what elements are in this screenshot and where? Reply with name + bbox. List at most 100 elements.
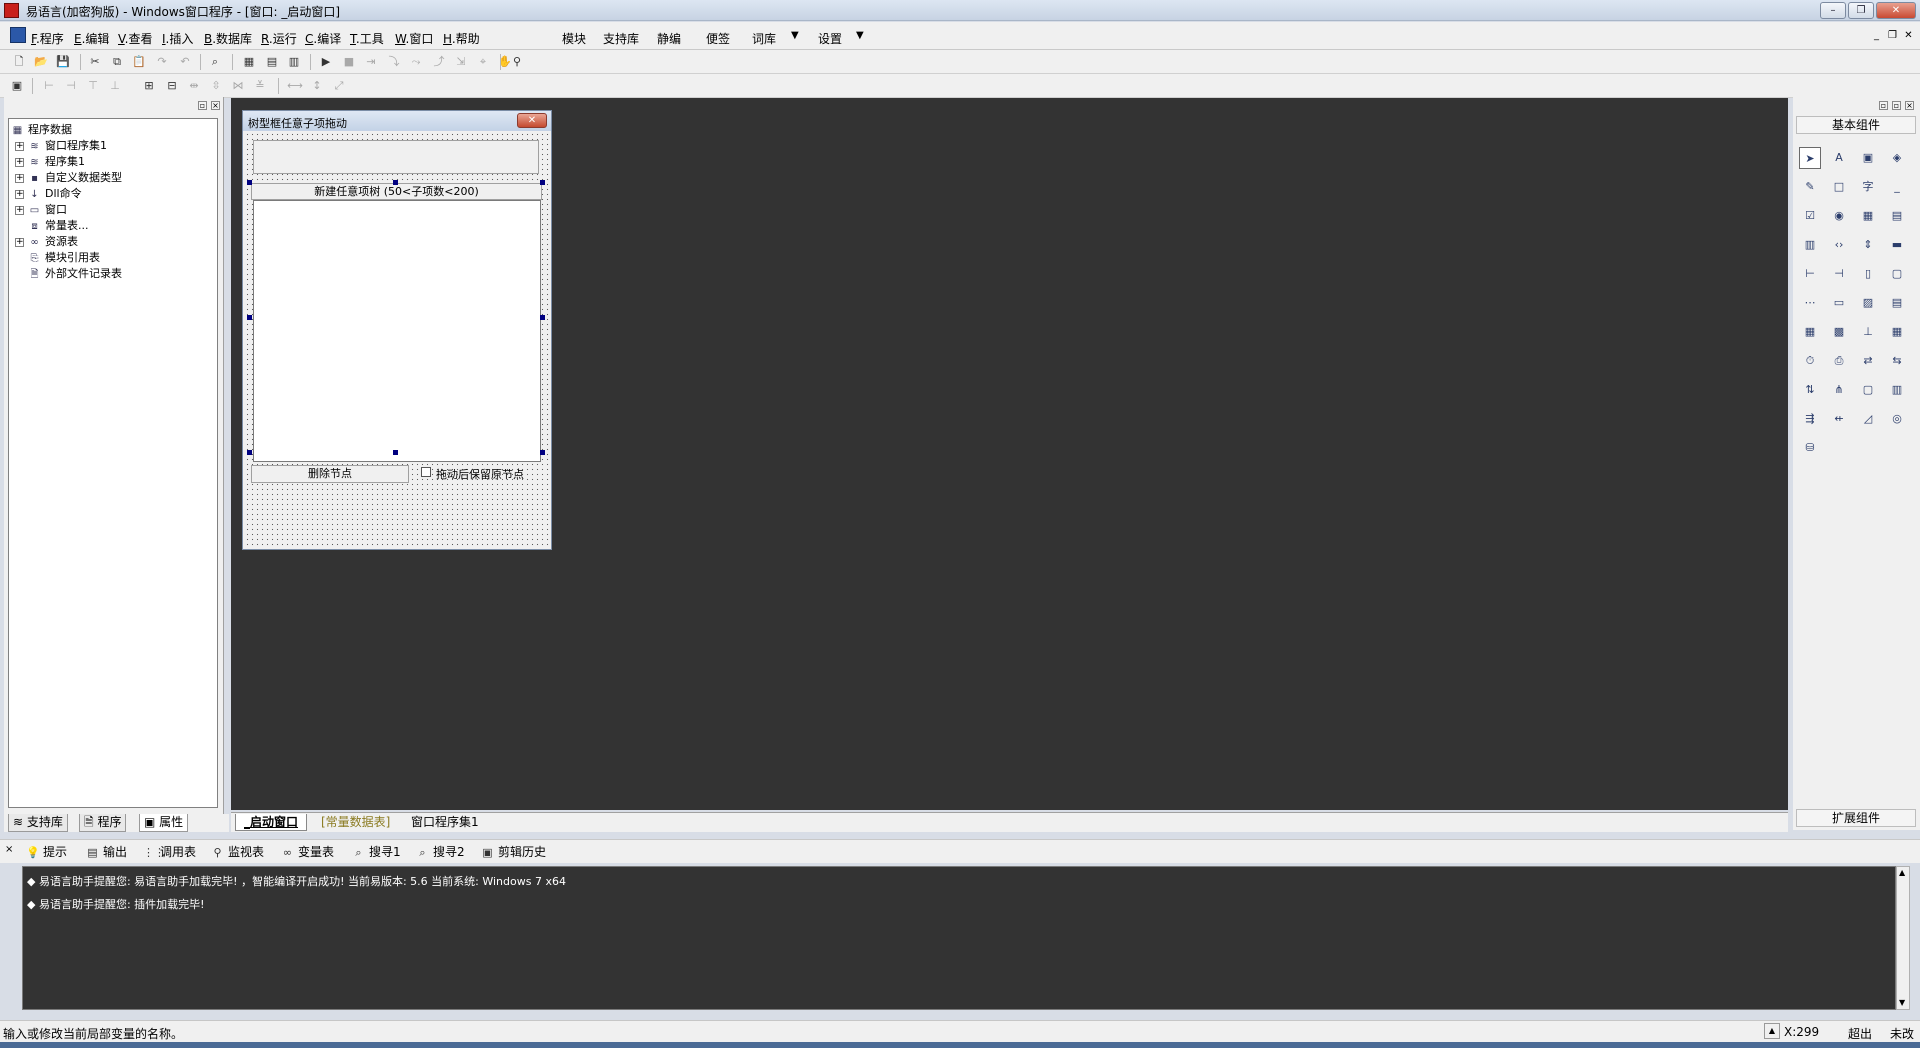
tab-watch[interactable]: ⚲ 监视表 bbox=[211, 845, 264, 861]
palette-edit-box-icon[interactable]: ✎ bbox=[1799, 176, 1821, 198]
palette-tree-icon[interactable]: ⋔ bbox=[1828, 379, 1850, 401]
run-to-cursor-icon[interactable]: ⇲ bbox=[452, 53, 470, 71]
center-horizontal-icon[interactable]: ⊞ bbox=[140, 77, 158, 95]
keep-node-checkbox[interactable] bbox=[421, 467, 431, 477]
palette-label-icon[interactable]: A bbox=[1828, 147, 1850, 169]
expand-icon[interactable]: + bbox=[15, 237, 24, 247]
palette-ruler-icon[interactable]: ⊥ bbox=[1857, 321, 1879, 343]
layout-2-icon[interactable]: ▤ bbox=[263, 53, 281, 71]
tree-item-window-assembly[interactable]: + ≋ 窗口程序集1 bbox=[15, 137, 107, 153]
menu-run[interactable]: R.运行 bbox=[261, 30, 297, 47]
size-both-icon[interactable]: ⤢ bbox=[330, 77, 348, 95]
palette-checkbox-icon[interactable]: ☑ bbox=[1799, 205, 1821, 227]
tab-search-2[interactable]: ⌕ 搜寻2 bbox=[416, 845, 464, 861]
palette-splitter-icon[interactable]: ⊣ bbox=[1828, 263, 1850, 285]
menu-settings[interactable]: 设置 bbox=[818, 30, 842, 47]
align-top-icon[interactable]: ⊤ bbox=[84, 77, 102, 95]
new-tree-button[interactable]: 新建任意项树 (50<子项数<200) bbox=[251, 183, 542, 200]
tab-clip-history[interactable]: ▣ 剪辑历史 bbox=[481, 845, 546, 861]
palette-socket-icon[interactable]: ⇅ bbox=[1799, 379, 1821, 401]
breakpoint-icon[interactable]: ⌖ bbox=[474, 53, 492, 71]
selection-handle[interactable] bbox=[393, 450, 398, 455]
palette-close-icon[interactable]: × bbox=[1905, 101, 1914, 110]
menu-window[interactable]: W.窗口 bbox=[395, 30, 433, 47]
palette-pointer-icon[interactable]: ➤ bbox=[1799, 147, 1821, 169]
palette-timer-icon[interactable]: ⏱ bbox=[1799, 350, 1821, 372]
palette-panel-icon[interactable]: ▢ bbox=[1886, 263, 1908, 285]
menu-edit[interactable]: E.编辑 bbox=[74, 30, 109, 47]
tab-variables[interactable]: ∞ 变量表 bbox=[281, 845, 334, 861]
step-out-icon[interactable]: ⤴ bbox=[430, 53, 448, 71]
binoculars-icon[interactable]: ⚲ bbox=[508, 53, 526, 71]
status-up-icon[interactable]: ▲ bbox=[1764, 1023, 1780, 1039]
align-bottom-icon[interactable]: ⊥ bbox=[106, 77, 124, 95]
output-panel[interactable]: ◆ 易语言助手提醒您: 易语言助手加载完毕! ，智能编译开启成功! 当前易版本:… bbox=[22, 866, 1896, 1010]
tab-properties[interactable]: ▣ 属性 bbox=[139, 814, 189, 832]
mdi-close-icon[interactable]: ✕ bbox=[1902, 30, 1915, 42]
delete-node-button[interactable]: 删除节点 bbox=[251, 465, 409, 483]
tab-program[interactable]: 🗎 程序 bbox=[79, 814, 127, 832]
center-vertical-icon[interactable]: ⊟ bbox=[163, 77, 181, 95]
palette-scrollbar-h-icon[interactable]: ▬ bbox=[1886, 234, 1908, 256]
find-icon[interactable]: ⌕ bbox=[206, 53, 224, 71]
palette-odbc-icon[interactable]: ◎ bbox=[1886, 408, 1908, 430]
same-height-icon[interactable]: ⇳ bbox=[207, 77, 225, 95]
tab-constants-table[interactable]: [常量数据表] bbox=[313, 814, 398, 831]
tree-root[interactable]: ▦ 程序数据 bbox=[11, 121, 72, 137]
palette-tool-icon[interactable]: ⇶ bbox=[1799, 408, 1821, 430]
group-frame[interactable] bbox=[253, 140, 539, 174]
layout-1-icon[interactable]: ▦ bbox=[240, 53, 258, 71]
palette-status-icon[interactable]: ▦ bbox=[1886, 321, 1908, 343]
output-scrollbar[interactable]: ▲ ▼ bbox=[1896, 866, 1910, 1010]
minimize-button[interactable]: – bbox=[1820, 2, 1846, 19]
palette-combobox-icon[interactable]: ▤ bbox=[1886, 205, 1908, 227]
form-designer-window[interactable]: 树型框任意子项拖动 ✕ 新建任意项树 (50<子项数<200) 删除节点 拖动后… bbox=[242, 110, 552, 550]
tab-hint[interactable]: 💡 提示 bbox=[26, 845, 67, 861]
paste-icon[interactable]: 📋 bbox=[130, 53, 148, 71]
tree-item-constants[interactable]: ⧈ 常量表... bbox=[28, 217, 88, 233]
palette-line-icon[interactable]: _ bbox=[1886, 176, 1908, 198]
step-icon[interactable]: ⇥ bbox=[362, 53, 380, 71]
menu-view[interactable]: V.查看 bbox=[118, 30, 153, 47]
selection-handle[interactable] bbox=[393, 180, 398, 185]
palette-graph-icon[interactable]: ◿ bbox=[1857, 408, 1879, 430]
menu-module[interactable]: 模块 bbox=[562, 30, 586, 47]
menu-notes[interactable]: 便签 bbox=[706, 30, 730, 47]
expand-icon[interactable]: + bbox=[15, 141, 24, 151]
menu-support-library[interactable]: 支持库 bbox=[603, 30, 639, 47]
layout-3-icon[interactable]: ▥ bbox=[285, 53, 303, 71]
tree-item-dll-commands[interactable]: + ↓ Dll命令 bbox=[15, 185, 82, 201]
align-right-icon[interactable]: ⊣ bbox=[62, 77, 80, 95]
redo-icon[interactable]: ↷ bbox=[153, 53, 171, 71]
expand-icon[interactable]: + bbox=[15, 189, 24, 199]
palette-server-icon[interactable]: ⇆ bbox=[1886, 350, 1908, 372]
menu-insert[interactable]: I.插入 bbox=[162, 30, 193, 47]
tree-view-control[interactable] bbox=[253, 200, 541, 462]
copy-icon[interactable]: ⧉ bbox=[108, 53, 126, 71]
palette-menu-icon[interactable]: ▫ bbox=[1879, 101, 1888, 110]
scroll-down-icon[interactable]: ▼ bbox=[1899, 998, 1905, 1007]
same-width-icon[interactable]: ⇹ bbox=[185, 77, 203, 95]
menu-thesaurus[interactable]: 词库 bbox=[752, 30, 776, 47]
form-close-button[interactable]: ✕ bbox=[517, 113, 547, 128]
save-icon[interactable]: 💾 bbox=[54, 53, 72, 71]
palette-client-icon[interactable]: ⇄ bbox=[1857, 350, 1879, 372]
tab-call-stack[interactable]: ⋮⋮调用表 bbox=[143, 845, 196, 861]
mdi-restore-icon[interactable]: ❐ bbox=[1886, 30, 1899, 42]
palette-datagrid-icon[interactable]: ▦ bbox=[1799, 321, 1821, 343]
palette-scrollbar-v-icon[interactable]: ⇕ bbox=[1857, 234, 1879, 256]
expand-icon[interactable]: + bbox=[15, 157, 24, 167]
settings-dropdown-icon[interactable]: ▼ bbox=[856, 30, 864, 41]
selection-handle[interactable] bbox=[540, 450, 545, 455]
palette-extended-header[interactable]: 扩展组件 bbox=[1796, 809, 1916, 827]
tab-search-1[interactable]: ⌕ 搜寻1 bbox=[352, 845, 400, 861]
palette-frame-icon[interactable]: □ bbox=[1828, 176, 1850, 198]
new-file-icon[interactable]: 🗋 bbox=[10, 53, 28, 71]
stop-icon[interactable]: ■ bbox=[340, 53, 358, 71]
menu-tools[interactable]: T.工具 bbox=[350, 30, 384, 47]
run-icon[interactable]: ▶ bbox=[317, 53, 335, 71]
tree-item-windows[interactable]: + ▭ 窗口 bbox=[15, 201, 67, 217]
palette-shape-icon[interactable]: ◈ bbox=[1886, 147, 1908, 169]
palette-tab-icon[interactable]: ▩ bbox=[1828, 321, 1850, 343]
cut-icon[interactable]: ✂ bbox=[86, 53, 104, 71]
